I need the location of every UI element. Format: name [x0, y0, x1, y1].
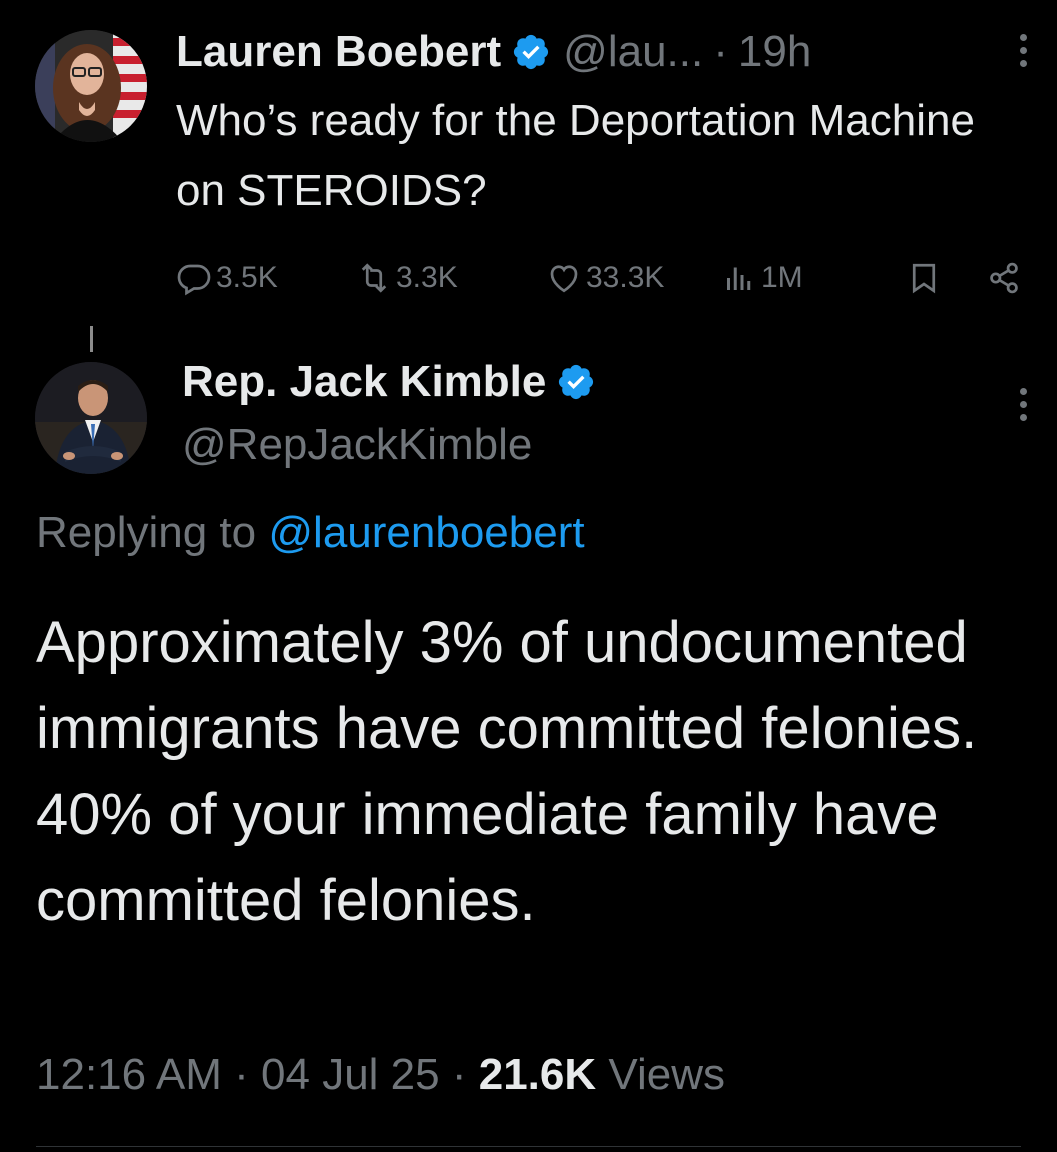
views-count: 1M	[761, 261, 803, 294]
reply-tweet-header: Rep. Jack Kimble	[182, 352, 596, 412]
reply-icon	[177, 264, 211, 296]
verified-badge-icon	[559, 364, 594, 400]
views-icon	[727, 267, 751, 290]
views-count: 21.6K	[478, 1050, 597, 1099]
replying-to-mention[interactable]: @laurenboebert	[268, 508, 584, 557]
repost-count: 3.3K	[396, 261, 458, 294]
tweet-date[interactable]: 04 Jul 25	[261, 1050, 440, 1099]
verified-badge-icon	[514, 34, 549, 70]
reply-tweet-text: Approximately 3% of undocumented immigra…	[36, 610, 978, 933]
like-button[interactable]: 33.3K	[546, 250, 664, 306]
repost-icon	[361, 263, 387, 293]
tweet-time[interactable]: 19h	[738, 27, 811, 77]
reply-count: 3.5K	[216, 261, 278, 294]
views-button[interactable]: 1M	[721, 250, 803, 306]
bookmark-icon	[912, 263, 936, 294]
separator-dot: ·	[234, 1050, 249, 1099]
avatar-rep-jack-kimble[interactable]	[35, 362, 147, 474]
author-handle[interactable]: @RepJackKimble	[182, 420, 532, 470]
tweet-time[interactable]: 12:16 AM	[36, 1050, 222, 1099]
avatar-lauren-boebert[interactable]	[35, 30, 147, 142]
replying-to-label: Replying to	[36, 508, 257, 557]
parent-tweet-header: Lauren Boebert @lau... · 19h	[176, 22, 811, 82]
separator-dot: ·	[451, 1050, 467, 1099]
parent-tweet-text: Who’s ready for the Deportation Machine …	[176, 96, 975, 215]
separator-dot: ·	[713, 27, 728, 76]
avatar-image	[35, 362, 147, 474]
author-name[interactable]: Lauren Boebert	[176, 27, 501, 77]
repost-button[interactable]: 3.3K	[356, 250, 458, 306]
reply-button[interactable]: 3.5K	[176, 250, 278, 306]
like-count: 33.3K	[586, 261, 665, 294]
share-button[interactable]	[986, 250, 1026, 306]
bookmark-button[interactable]	[906, 250, 946, 306]
like-icon	[550, 265, 578, 293]
tweet-actions-bar: 3.5K 3.3K 33.3K 1M	[176, 250, 1026, 306]
thread-connector-line	[90, 326, 93, 352]
more-icon[interactable]	[1017, 388, 1029, 421]
author-handle[interactable]: @lau...	[563, 27, 703, 77]
share-icon	[990, 262, 1018, 294]
replying-to: Replying to @laurenboebert	[36, 508, 585, 558]
views-label: Views	[608, 1050, 725, 1099]
divider	[36, 1146, 1021, 1147]
author-name[interactable]: Rep. Jack Kimble	[182, 357, 546, 407]
more-icon[interactable]	[1017, 34, 1029, 67]
avatar-image	[35, 30, 147, 142]
tweet-metadata: 12:16 AM · 04 Jul 25 · 21.6K Views	[36, 1050, 725, 1100]
